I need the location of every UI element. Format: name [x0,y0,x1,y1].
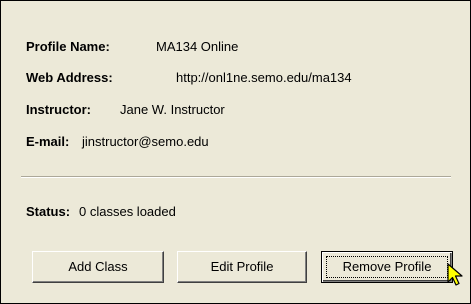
status-value: 0 classes loaded [79,204,176,219]
instructor-label: Instructor: [26,102,91,117]
instructor-value: Jane W. Instructor [120,102,225,117]
web-address-value: http://onl1ne.semo.edu/ma134 [176,70,352,85]
web-address-row: Web Address: http://onl1ne.semo.edu/ma134 [26,70,352,85]
web-address-label: Web Address: [26,70,113,85]
arrow-cursor-icon [447,263,463,286]
profile-name-row: Profile Name: MA134 Online [26,39,238,54]
edit-profile-label: Edit Profile [210,259,274,274]
remove-profile-label: Remove Profile [342,259,432,274]
add-class-label: Add Class [68,259,128,274]
divider [21,176,451,178]
status-row: Status: 0 classes loaded [26,204,176,219]
status-label: Status: [26,204,71,219]
remove-profile-button[interactable]: Remove Profile [321,251,453,283]
profile-name-value: MA134 Online [156,39,239,54]
profile-name-label: Profile Name: [26,39,110,54]
add-class-button[interactable]: Add Class [32,251,164,283]
email-label: E-mail: [26,134,70,149]
email-row: E-mail: jinstructor@semo.edu [26,134,209,149]
edit-profile-button[interactable]: Edit Profile [177,251,307,283]
instructor-row: Instructor: Jane W. Instructor [26,102,225,117]
email-value: jinstructor@semo.edu [82,134,209,149]
profile-panel: Profile Name: MA134 Online Web Address: ht… [0,0,471,304]
